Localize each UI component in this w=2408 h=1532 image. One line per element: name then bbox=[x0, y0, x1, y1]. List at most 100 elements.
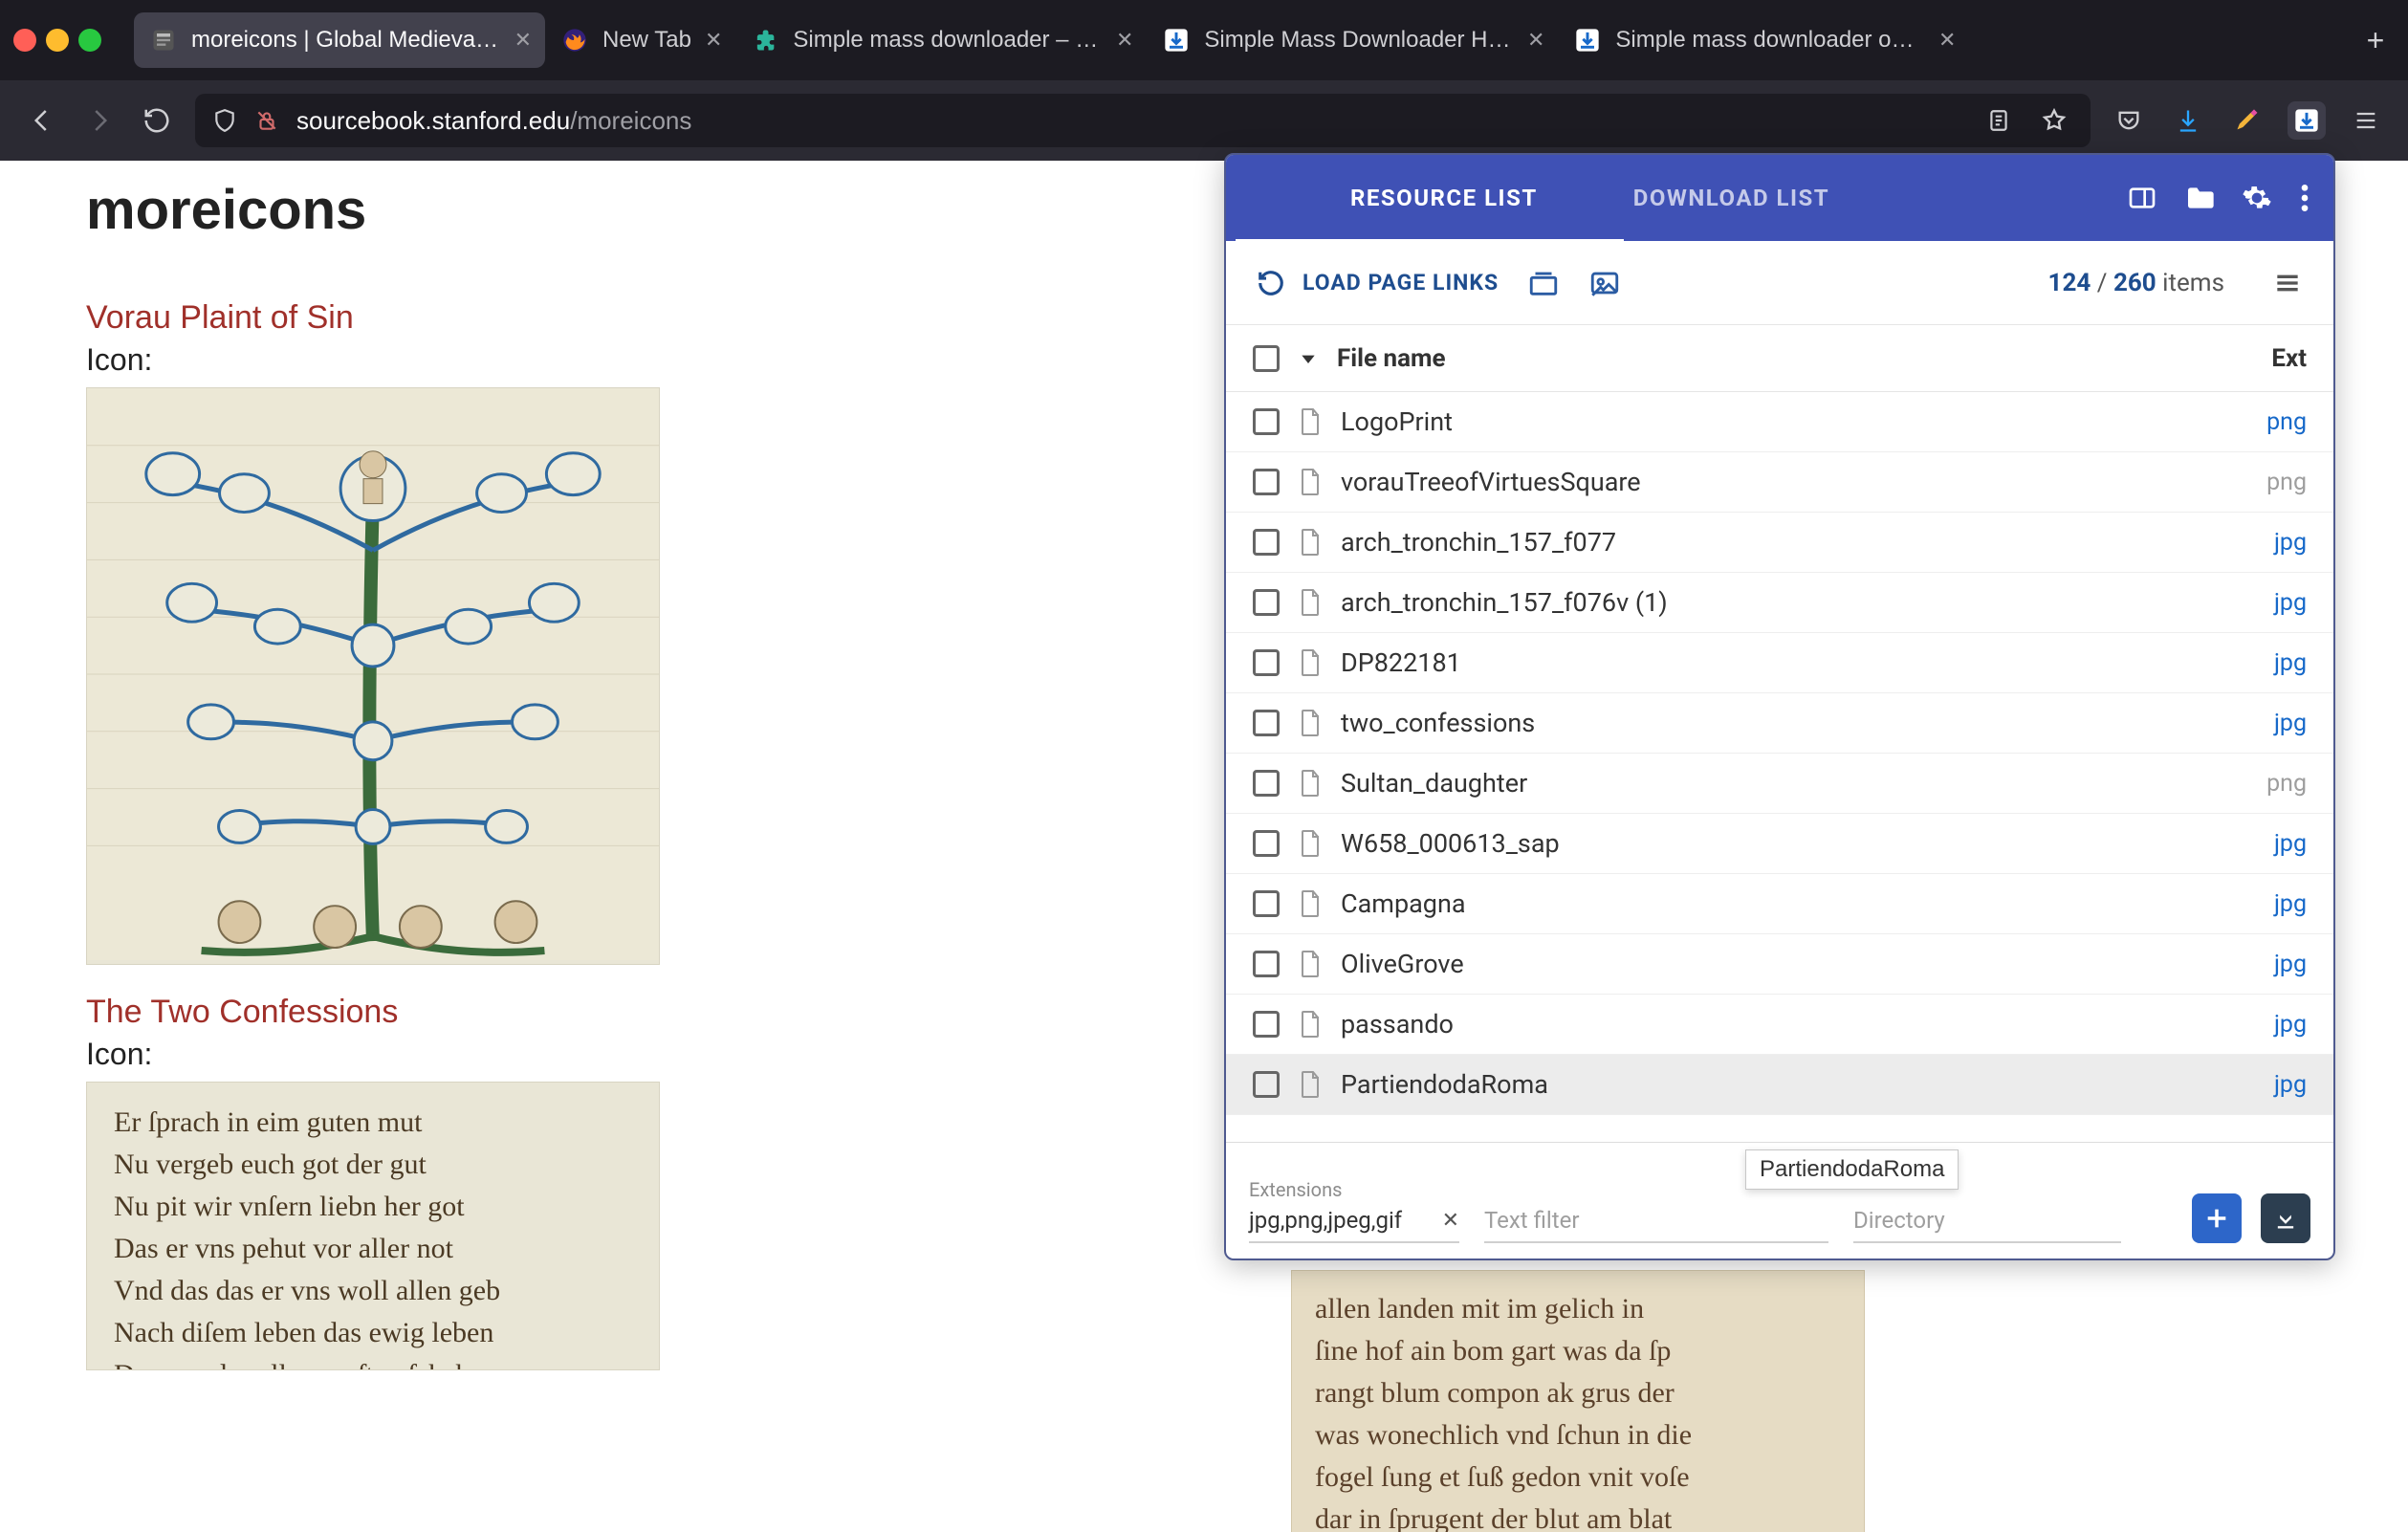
more-vert-icon[interactable] bbox=[2299, 183, 2310, 213]
reload-button[interactable] bbox=[138, 101, 176, 140]
tab-label: Simple mass downloader optio bbox=[1615, 27, 1925, 54]
row-checkbox[interactable] bbox=[1253, 1071, 1280, 1098]
window-zoom-traffic-light[interactable] bbox=[78, 29, 101, 52]
toolbar-right bbox=[2110, 101, 2385, 140]
file-icon bbox=[1299, 709, 1322, 737]
browser-tab[interactable]: Simple mass downloader optio ✕ bbox=[1558, 12, 1969, 68]
file-row[interactable]: arch_tronchin_157_f076v (1)jpg bbox=[1226, 573, 2333, 633]
mass-downloader-extension-icon[interactable] bbox=[2288, 101, 2326, 140]
reader-mode-icon[interactable] bbox=[1980, 101, 2018, 140]
file-icon bbox=[1299, 407, 1322, 436]
app-menu-icon[interactable] bbox=[2347, 101, 2385, 140]
url-host: sourcebook.stanford.edu bbox=[296, 106, 570, 135]
tab-label: New Tab bbox=[602, 27, 691, 54]
browser-tab[interactable]: moreicons | Global Medieval S✕ bbox=[134, 12, 545, 68]
row-checkbox[interactable] bbox=[1253, 710, 1280, 736]
browser-tab[interactable]: Simple Mass Downloader Help✕ bbox=[1147, 12, 1558, 68]
table-header: File name Ext bbox=[1226, 325, 2333, 392]
highlighter-icon[interactable] bbox=[2228, 101, 2266, 140]
count-label: items bbox=[2156, 269, 2224, 297]
file-row[interactable]: Campagnajpg bbox=[1226, 874, 2333, 934]
manuscript-line: Nu vergeb euch got der gut bbox=[114, 1144, 632, 1186]
file-row[interactable]: OliveGrovejpg bbox=[1226, 934, 2333, 995]
row-checkbox[interactable] bbox=[1253, 890, 1280, 917]
file-row[interactable]: two_confessionsjpg bbox=[1226, 693, 2333, 754]
images-scan-icon[interactable] bbox=[1588, 267, 1621, 299]
text-filter-placeholder: Text filter bbox=[1484, 1207, 1579, 1234]
tab-resource-list[interactable]: RESOURCE LIST bbox=[1322, 155, 1566, 241]
directory-field[interactable]: Directory bbox=[1853, 1205, 2121, 1243]
row-checkbox[interactable] bbox=[1253, 469, 1280, 495]
row-checkbox[interactable] bbox=[1253, 529, 1280, 556]
select-all-checkbox[interactable] bbox=[1253, 345, 1280, 372]
row-checkbox[interactable] bbox=[1253, 770, 1280, 797]
bookmark-star-icon[interactable] bbox=[2035, 101, 2073, 140]
tab-close-icon[interactable]: ✕ bbox=[1527, 28, 1544, 53]
text-filter-field[interactable]: Text filter bbox=[1484, 1205, 1828, 1243]
add-button[interactable] bbox=[2192, 1193, 2242, 1243]
tab-close-icon[interactable]: ✕ bbox=[1938, 28, 1956, 53]
file-icon bbox=[1299, 889, 1322, 918]
row-checkbox[interactable] bbox=[1253, 830, 1280, 857]
file-row[interactable]: vorauTreeofVirtuesSquarepng bbox=[1226, 452, 2333, 513]
downloader-panel: RESOURCE LIST DOWNLOAD LIST LOAD PAGE LI… bbox=[1224, 153, 2335, 1260]
pocket-icon[interactable] bbox=[2110, 101, 2148, 140]
tab-close-icon[interactable]: ✕ bbox=[1116, 28, 1133, 53]
address-bar[interactable]: sourcebook.stanford.edu/moreicons bbox=[195, 94, 2091, 147]
downloads-icon[interactable] bbox=[2169, 101, 2207, 140]
tab-download-list[interactable]: DOWNLOAD LIST bbox=[1605, 155, 1858, 241]
row-checkbox[interactable] bbox=[1253, 589, 1280, 616]
list-menu-icon[interactable] bbox=[2272, 268, 2303, 298]
nav-forward-button[interactable] bbox=[80, 101, 119, 140]
file-icon bbox=[1299, 528, 1322, 557]
tab-strip: moreicons | Global Medieval S✕New Tab✕Si… bbox=[134, 12, 2337, 68]
file-row[interactable]: PartiendodaRomajpg bbox=[1226, 1055, 2333, 1115]
row-checkbox[interactable] bbox=[1253, 649, 1280, 676]
file-rows: LogoPrintpngvorauTreeofVirtuesSquarepnga… bbox=[1226, 392, 2333, 1142]
nav-back-button[interactable] bbox=[23, 101, 61, 140]
browser-tab[interactable]: Simple mass downloader – Ge ✕ bbox=[735, 12, 1147, 68]
expand-panel-icon[interactable] bbox=[2127, 183, 2157, 213]
tab-close-icon[interactable]: ✕ bbox=[705, 28, 722, 53]
manuscript-line: ſine hof ain bom gart was da ſp bbox=[1315, 1330, 1841, 1372]
file-row[interactable]: DP822181jpg bbox=[1226, 633, 2333, 693]
file-row[interactable]: passandojpg bbox=[1226, 995, 2333, 1055]
tab-close-icon[interactable]: ✕ bbox=[514, 28, 532, 53]
file-ext: png bbox=[2266, 469, 2307, 496]
row-checkbox[interactable] bbox=[1253, 951, 1280, 977]
window-close-traffic-light[interactable] bbox=[13, 29, 36, 52]
extensions-field[interactable]: Extensions jpg,png,jpeg,gif ✕ bbox=[1249, 1178, 1459, 1243]
file-ext: jpg bbox=[2274, 529, 2307, 557]
folder-icon[interactable] bbox=[2184, 183, 2215, 213]
sort-arrow-icon[interactable] bbox=[1299, 349, 1318, 368]
clear-extensions-icon[interactable]: ✕ bbox=[1442, 1209, 1459, 1233]
tabs-scan-icon[interactable] bbox=[1527, 267, 1560, 299]
row-checkbox[interactable] bbox=[1253, 408, 1280, 435]
tab-favicon bbox=[560, 26, 589, 55]
file-ext: jpg bbox=[2274, 589, 2307, 617]
file-row[interactable]: arch_tronchin_157_f077 jpg bbox=[1226, 513, 2333, 573]
file-ext: png bbox=[2266, 770, 2307, 798]
url-text: sourcebook.stanford.edu/moreicons bbox=[296, 106, 1962, 136]
new-tab-button[interactable]: + bbox=[2356, 21, 2395, 59]
col-ext[interactable]: Ext bbox=[2271, 344, 2307, 373]
file-ext: jpg bbox=[2274, 649, 2307, 677]
tab-label: Simple mass downloader – Ge bbox=[793, 27, 1103, 54]
file-name: arch_tronchin_157_f077 bbox=[1341, 527, 2255, 558]
window-minimize-traffic-light[interactable] bbox=[46, 29, 69, 52]
load-page-links-label: LOAD PAGE LINKS bbox=[1303, 270, 1499, 295]
load-page-links-button[interactable]: LOAD PAGE LINKS bbox=[1257, 269, 1499, 297]
panel-tabstrip: RESOURCE LIST DOWNLOAD LIST bbox=[1226, 155, 2333, 241]
browser-tab[interactable]: New Tab ✕ bbox=[545, 12, 735, 68]
count-current: 124 bbox=[2048, 269, 2091, 297]
file-row[interactable]: Sultan_daughterpng bbox=[1226, 754, 2333, 814]
download-button[interactable] bbox=[2261, 1193, 2310, 1243]
file-row[interactable]: LogoPrintpng bbox=[1226, 392, 2333, 452]
row-checkbox[interactable] bbox=[1253, 1011, 1280, 1038]
settings-gear-icon[interactable] bbox=[2242, 183, 2272, 213]
browser-toolbar: sourcebook.stanford.edu/moreicons bbox=[0, 80, 2408, 161]
col-filename[interactable]: File name bbox=[1337, 344, 1446, 373]
file-icon bbox=[1299, 468, 1322, 496]
file-row[interactable]: W658_000613_sapjpg bbox=[1226, 814, 2333, 874]
shield-icon bbox=[212, 108, 237, 133]
